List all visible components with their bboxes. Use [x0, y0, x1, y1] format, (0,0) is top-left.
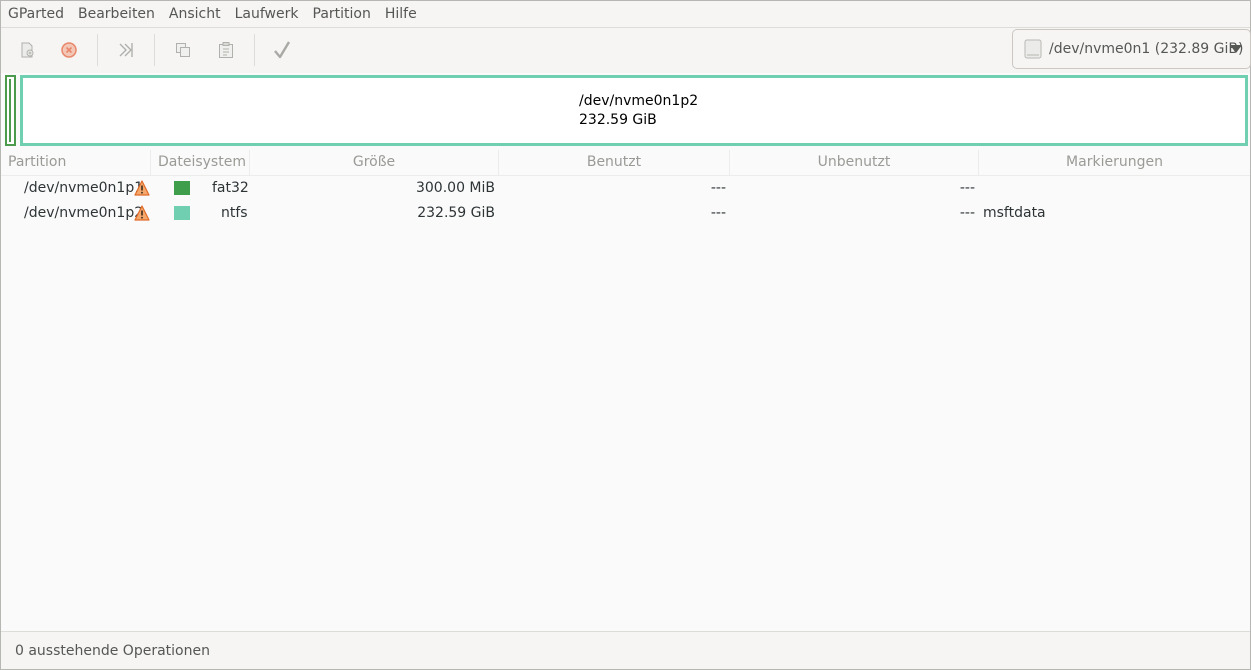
statusbar: 0 ausstehende Operationen: [1, 631, 1250, 669]
used-cell: ---: [710, 205, 726, 221]
filesystem-cell: ntfs: [221, 205, 248, 221]
delete-partition-button[interactable]: [54, 36, 84, 64]
partition-cell: /dev/nvme0n1p1: [24, 180, 144, 196]
menu-gparted[interactable]: GParted: [1, 1, 71, 28]
column-unused[interactable]: Unbenutzt: [730, 150, 979, 176]
table-row[interactable]: /dev/nvme0n1p2 ntfs 232.59 GiB --- --- m…: [1, 201, 1250, 226]
pending-operations-label: 0 ausstehende Operationen: [15, 643, 210, 659]
menu-view[interactable]: Ansicht: [162, 1, 228, 28]
partition-table: Partition Dateisystem Größe Benutzt Unbe…: [1, 150, 1250, 631]
used-cell: ---: [710, 180, 726, 196]
partition-block-size: 232.59 GiB: [579, 112, 657, 128]
menu-edit[interactable]: Bearbeiten: [71, 1, 162, 28]
unused-cell: ---: [959, 205, 975, 221]
filesystem-cell: fat32: [212, 180, 249, 196]
paste-button[interactable]: [211, 36, 241, 64]
toolbar-separator: [254, 34, 255, 66]
unused-cell: ---: [959, 180, 975, 196]
menu-partition[interactable]: Partition: [306, 1, 378, 28]
table-header: Partition Dateisystem Größe Benutzt Unbe…: [1, 150, 1250, 176]
partition-visualizer: /dev/nvme0n1p2 232.59 GiB: [1, 73, 1250, 148]
table-row[interactable]: /dev/nvme0n1p1 fat32 300.00 MiB --- ---: [1, 176, 1250, 201]
disk-icon: [1024, 39, 1042, 59]
device-label: /dev/nvme0n1 (232.89 GiB): [1049, 41, 1244, 57]
size-cell: 300.00 MiB: [415, 180, 495, 196]
paste-icon: [219, 42, 233, 58]
column-filesystem[interactable]: Dateisystem: [151, 150, 250, 176]
partition-cell: /dev/nvme0n1p2: [24, 205, 144, 221]
device-selector[interactable]: /dev/nvme0n1 (232.89 GiB): [1012, 29, 1251, 69]
column-used[interactable]: Benutzt: [499, 150, 730, 176]
resize-move-icon: [119, 43, 133, 57]
flags-cell: msftdata: [983, 205, 1046, 221]
copy-button[interactable]: [168, 36, 198, 64]
partition-block-p2[interactable]: /dev/nvme0n1p2 232.59 GiB: [20, 75, 1248, 146]
menu-device[interactable]: Laufwerk: [228, 1, 306, 28]
column-flags[interactable]: Markierungen: [979, 150, 1250, 176]
filesystem-color-swatch: [174, 206, 190, 220]
new-partition-button[interactable]: [12, 36, 42, 64]
toolbar-separator: [97, 34, 98, 66]
checkmark-icon: [274, 41, 291, 59]
warning-icon: [134, 205, 150, 221]
partition-block-p1[interactable]: [5, 75, 16, 146]
column-size[interactable]: Größe: [250, 150, 499, 176]
filesystem-color-swatch: [174, 181, 190, 195]
size-cell: 232.59 GiB: [417, 205, 495, 221]
menubar: GParted Bearbeiten Ansicht Laufwerk Part…: [1, 1, 1250, 28]
apply-button[interactable]: [267, 36, 297, 64]
column-partition[interactable]: Partition: [1, 150, 151, 176]
toolbar: /dev/nvme0n1 (232.89 GiB): [1, 28, 1251, 73]
menu-help[interactable]: Hilfe: [378, 1, 424, 28]
copy-icon: [176, 43, 190, 57]
partition-block-name: /dev/nvme0n1p2: [579, 93, 699, 109]
delete-icon: [61, 42, 77, 58]
warning-icon: [134, 180, 150, 196]
resize-move-button[interactable]: [111, 36, 141, 64]
toolbar-separator: [154, 34, 155, 66]
chevron-down-icon: [1230, 45, 1242, 53]
new-partition-icon: [21, 42, 34, 58]
gparted-window: GParted Bearbeiten Ansicht Laufwerk Part…: [0, 0, 1251, 670]
